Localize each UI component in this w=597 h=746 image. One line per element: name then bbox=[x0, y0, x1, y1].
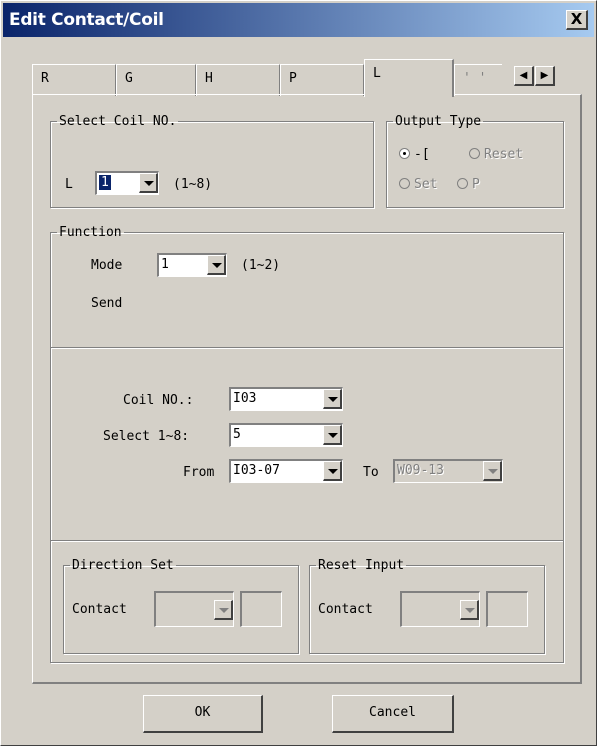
select-1-8-label: Select 1~8: bbox=[103, 429, 190, 444]
from-label: From bbox=[183, 465, 215, 480]
mode-select[interactable]: 1 bbox=[157, 253, 227, 277]
cancel-button[interactable]: Cancel bbox=[332, 695, 454, 733]
coil-prefix-label: L bbox=[65, 177, 73, 192]
chevron-down-icon[interactable] bbox=[323, 389, 342, 409]
reset-input-group: Reset Input Contact bbox=[309, 558, 545, 654]
tab-label: H bbox=[205, 71, 213, 86]
cancel-button-label: Cancel bbox=[369, 705, 416, 720]
chevron-down-icon[interactable] bbox=[323, 425, 342, 445]
tab-label: P bbox=[289, 71, 297, 86]
direction-set-legend: Direction Set bbox=[72, 558, 174, 573]
radio-icon bbox=[399, 178, 410, 189]
output-type-radio-set[interactable]: Set bbox=[399, 177, 437, 192]
tab-label: R bbox=[41, 71, 49, 86]
tab-scroll-left-button[interactable]: ◀ bbox=[514, 66, 534, 86]
tab-p[interactable]: P bbox=[280, 64, 364, 96]
mode-value: 1 bbox=[161, 257, 169, 272]
function-description: Send bbox=[91, 296, 123, 311]
function-legend: Function bbox=[59, 225, 122, 240]
mode-label: Mode bbox=[91, 258, 123, 273]
section-divider bbox=[51, 347, 563, 349]
direction-contact-input[interactable] bbox=[240, 591, 282, 627]
radio-label: -[ bbox=[414, 147, 430, 162]
tab-strip: R G H P L ' ' ◀ ▶ bbox=[32, 59, 582, 97]
direction-contact-select[interactable] bbox=[154, 591, 234, 627]
reset-contact-select[interactable] bbox=[400, 591, 480, 627]
tab-panel-l: Select Coil NO. L 1 (1~8) Output Type -[… bbox=[32, 94, 582, 684]
ok-button-label: OK bbox=[194, 705, 211, 720]
function-group: Function Mode 1 (1~2) Send Coil NO.: I03… bbox=[50, 225, 564, 663]
to-value: W09-13 bbox=[397, 463, 444, 478]
tab-label: L bbox=[373, 66, 381, 81]
ok-button[interactable]: OK bbox=[143, 695, 263, 733]
output-type-radio-p[interactable]: P bbox=[457, 177, 480, 192]
select-1-8-select[interactable]: 5 bbox=[229, 423, 343, 447]
direction-contact-label: Contact bbox=[72, 602, 127, 617]
output-type-radio-reset[interactable]: Reset bbox=[469, 147, 523, 162]
close-icon: X bbox=[570, 10, 583, 28]
to-label: To bbox=[363, 465, 379, 480]
arrow-right-icon: ▶ bbox=[540, 70, 549, 81]
window-title: Edit Contact/Coil bbox=[9, 10, 164, 30]
reset-input-legend: Reset Input bbox=[318, 558, 405, 573]
coil-no-select[interactable]: I03 bbox=[229, 387, 343, 411]
chevron-down-icon[interactable] bbox=[460, 600, 479, 620]
radio-label: Reset bbox=[484, 147, 524, 162]
arrow-left-icon: ◀ bbox=[519, 70, 528, 81]
tab-h[interactable]: H bbox=[196, 64, 280, 96]
to-select[interactable]: W09-13 bbox=[393, 459, 503, 483]
radio-checked-icon bbox=[399, 148, 410, 159]
tab-l[interactable]: L bbox=[364, 59, 454, 97]
reset-contact-label: Contact bbox=[318, 602, 373, 617]
tab-scroll-right-button[interactable]: ▶ bbox=[535, 66, 555, 86]
chevron-down-icon[interactable] bbox=[323, 461, 342, 481]
direction-set-group: Direction Set Contact bbox=[63, 558, 299, 654]
reset-contact-input[interactable] bbox=[486, 591, 528, 627]
tab-r[interactable]: R bbox=[32, 64, 116, 96]
coil-no-label: Coil NO.: bbox=[123, 393, 194, 408]
output-type-radio-bracket[interactable]: -[ bbox=[399, 147, 430, 162]
select-coil-group: Select Coil NO. L 1 (1~8) bbox=[50, 114, 374, 208]
chevron-down-icon[interactable] bbox=[214, 600, 233, 620]
coil-number-value: 1 bbox=[98, 174, 112, 191]
output-type-legend: Output Type bbox=[395, 114, 482, 129]
coil-range-label: (1~8) bbox=[173, 177, 213, 192]
tab-g[interactable]: G bbox=[116, 64, 196, 96]
edit-contact-coil-dialog: Edit Contact/Coil X R G H P L ' ' ◀ ▶ Se… bbox=[0, 0, 597, 746]
tab-label: G bbox=[125, 71, 133, 86]
radio-label: Set bbox=[414, 177, 438, 192]
from-value: I03-07 bbox=[233, 463, 280, 478]
coil-no-value: I03 bbox=[233, 391, 257, 406]
from-select[interactable]: I03-07 bbox=[229, 459, 343, 483]
close-button[interactable]: X bbox=[566, 10, 588, 30]
select-coil-legend: Select Coil NO. bbox=[59, 114, 177, 129]
radio-icon bbox=[469, 148, 480, 159]
tab-next[interactable]: ' ' bbox=[454, 64, 502, 96]
radio-icon bbox=[457, 178, 468, 189]
select-1-8-value: 5 bbox=[233, 427, 241, 442]
title-bar[interactable]: Edit Contact/Coil X bbox=[3, 3, 594, 37]
chevron-down-icon[interactable] bbox=[483, 461, 502, 481]
radio-label: P bbox=[472, 177, 480, 192]
chevron-down-icon[interactable] bbox=[139, 173, 158, 193]
mode-range-label: (1~2) bbox=[241, 258, 281, 273]
coil-number-select[interactable]: 1 bbox=[95, 171, 159, 195]
output-type-group: Output Type -[ Reset Set P bbox=[386, 114, 564, 208]
tab-label: ' ' bbox=[463, 71, 487, 86]
section-divider bbox=[51, 540, 563, 542]
chevron-down-icon[interactable] bbox=[207, 255, 226, 275]
